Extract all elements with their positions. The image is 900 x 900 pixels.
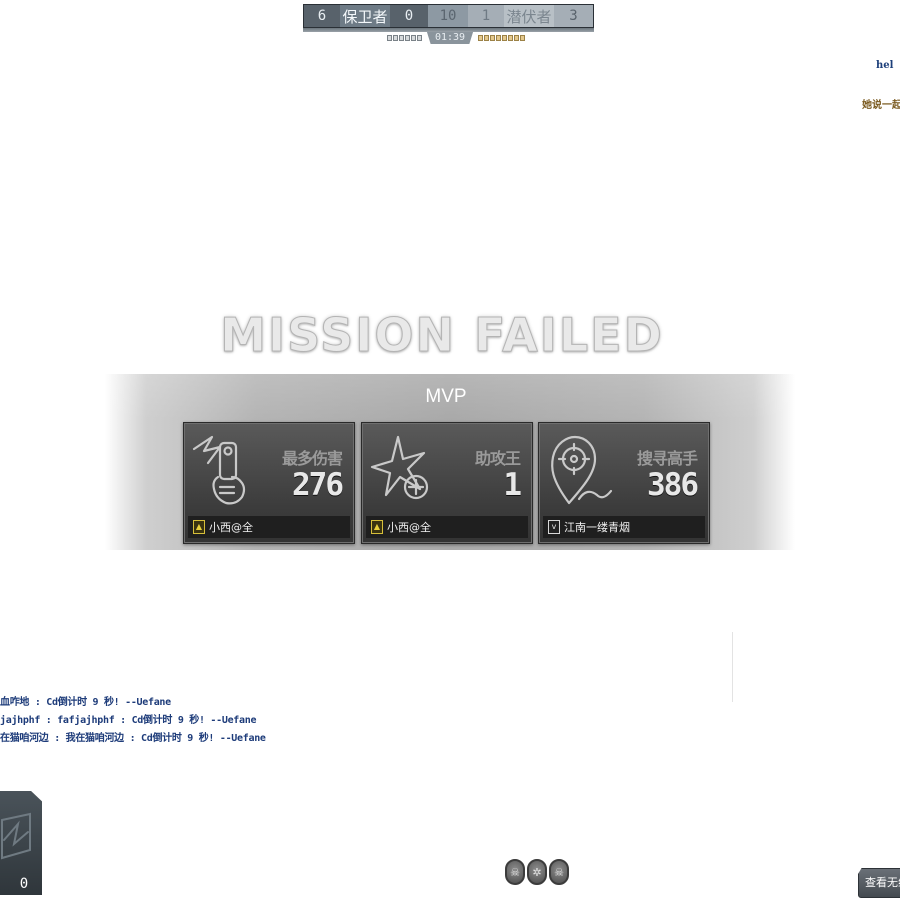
location-pin-icon bbox=[551, 435, 613, 505]
chat-message: jajhphf : fafjajhphf : Cd倒计时 9 秒! --Uefa… bbox=[0, 715, 257, 726]
scoreboard: 6 保卫者 0 10 1 潜伏者 3 01:39 bbox=[303, 4, 594, 46]
stat-label: 搜寻高手 bbox=[636, 451, 698, 468]
ammo-count: 0 bbox=[19, 876, 29, 892]
gold-rank-icon: ▲ bbox=[193, 520, 205, 534]
mission-result-title: MISSION FAILED bbox=[220, 308, 664, 363]
left-team-score: 0 bbox=[390, 5, 428, 27]
gold-rank-icon: ▲ bbox=[371, 520, 383, 534]
stat-label: 最多伤害 bbox=[281, 451, 343, 468]
top-right-chat-line: 她说一起 bbox=[862, 100, 900, 111]
compass-icon: ✲ bbox=[527, 859, 547, 885]
player-name: 江南一缕青烟 bbox=[564, 521, 630, 534]
silver-rank-icon: v bbox=[548, 520, 560, 534]
right-players-indicator bbox=[478, 35, 526, 41]
weapon-slot-icon bbox=[0, 812, 31, 860]
mvp-card-search-master: 搜寻高手 386 v 江南一缕青烟 bbox=[538, 422, 710, 544]
player-name: 小西@全 bbox=[387, 521, 431, 534]
star-plus-icon bbox=[370, 435, 429, 500]
target-score: 10 bbox=[428, 5, 468, 27]
scoreboard-bar: 6 保卫者 0 10 1 潜伏者 3 bbox=[303, 4, 594, 28]
mvp-card-most-damage: 最多伤害 276 ▲ 小西@全 bbox=[183, 422, 355, 544]
stat-value: 276 bbox=[292, 467, 344, 503]
player-row: v 江南一缕青烟 bbox=[543, 516, 705, 538]
view-button[interactable]: 查看无线 bbox=[858, 868, 900, 898]
pistol-hand-icon bbox=[192, 435, 246, 505]
timer-row: 01:39 bbox=[375, 32, 537, 44]
divider-line bbox=[732, 632, 733, 702]
skull-icon: ☠ bbox=[549, 859, 569, 885]
player-row: ▲ 小西@全 bbox=[188, 516, 350, 538]
chat-log: 血咋地 : Cd倒计时 9 秒! --Uefane jajhphf : fafj… bbox=[0, 694, 266, 748]
mvp-card-assist-king: 助攻王 1 ▲ 小西@全 bbox=[361, 422, 533, 544]
round-timer: 01:39 bbox=[426, 32, 474, 44]
mvp-label: MVP bbox=[425, 386, 467, 407]
chat-message: 在猫咱河边 : 我在猫咱河边 : Cd倒计时 9 秒! --Uefane bbox=[0, 733, 266, 744]
top-right-chat-line: hel bbox=[876, 60, 894, 71]
stat-value: 386 bbox=[647, 467, 699, 503]
stat-value: 1 bbox=[503, 467, 522, 503]
player-name: 小西@全 bbox=[209, 521, 253, 534]
left-team-kills: 6 bbox=[304, 5, 340, 27]
right-team-name: 潜伏者 bbox=[504, 5, 554, 27]
skull-icon: ☠ bbox=[505, 859, 525, 885]
left-team-name: 保卫者 bbox=[340, 5, 390, 27]
player-row: ▲ 小西@全 bbox=[366, 516, 528, 538]
round-status-icons: ☠ ✲ ☠ bbox=[505, 859, 569, 885]
right-team-kills: 3 bbox=[554, 5, 593, 27]
chat-message: 血咋地 : Cd倒计时 9 秒! --Uefane bbox=[0, 697, 171, 708]
left-players-indicator bbox=[386, 35, 422, 41]
right-team-score: 1 bbox=[468, 5, 504, 27]
stat-label: 助攻王 bbox=[474, 451, 521, 468]
